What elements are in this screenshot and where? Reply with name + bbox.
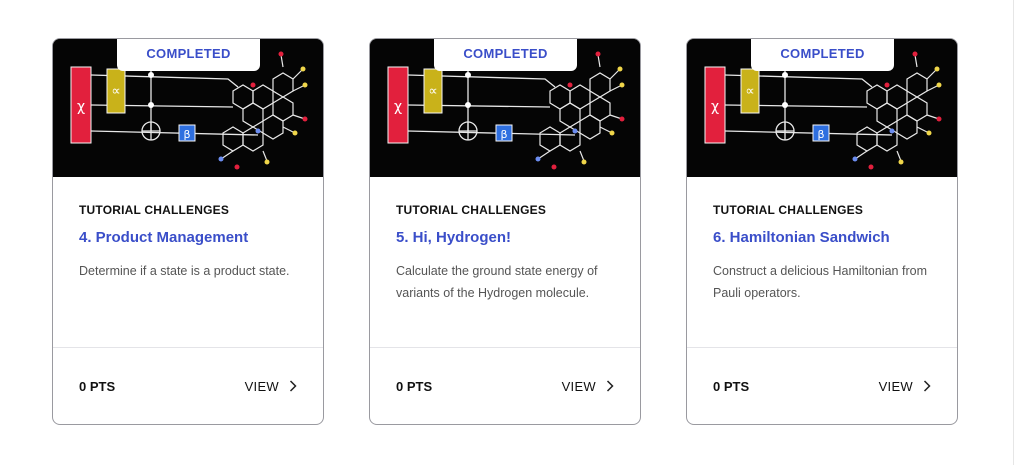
svg-text:β: β [183, 128, 190, 141]
completed-badge: COMPLETED [117, 39, 260, 71]
view-label: VIEW [878, 378, 913, 394]
card-title[interactable]: 4. Product Management [79, 229, 297, 246]
challenge-card-grid: χ ∝ β COMPLETED TUTORIAL CHALLENGES 4. P… [52, 38, 958, 425]
challenge-card[interactable]: χ ∝ β [52, 38, 324, 425]
challenge-card[interactable]: χ ∝ β [369, 38, 641, 425]
circuit-illustration: χ ∝ β COMPLETED [370, 39, 640, 177]
card-title[interactable]: 5. Hi, Hydrogen! [396, 229, 614, 246]
svg-text:χ: χ [711, 99, 719, 115]
svg-text:χ: χ [77, 99, 85, 115]
completed-badge: COMPLETED [434, 39, 577, 71]
svg-text:∝: ∝ [745, 84, 754, 99]
card-description: Construct a delicious Hamiltonian from P… [713, 264, 927, 300]
view-label: VIEW [561, 378, 596, 394]
completed-badge: COMPLETED [751, 39, 894, 71]
card-body: TUTORIAL CHALLENGES 6. Hamiltonian Sandw… [687, 177, 957, 348]
svg-text:β: β [500, 128, 507, 141]
circuit-illustration: χ ∝ β COMPLETED [53, 39, 323, 177]
card-title-link[interactable]: 5. Hi, Hydrogen! [396, 229, 511, 246]
points-label: 0 PTS [79, 378, 116, 394]
svg-text:β: β [817, 128, 824, 141]
svg-text:∝: ∝ [428, 84, 437, 99]
card-category: TUTORIAL CHALLENGES [713, 203, 864, 217]
card-category: TUTORIAL CHALLENGES [396, 203, 547, 217]
svg-text:∝: ∝ [111, 84, 120, 99]
points-label: 0 PTS [396, 378, 433, 394]
card-footer: 0 PTS VIEW [370, 348, 640, 424]
view-link[interactable]: VIEW [562, 379, 614, 394]
chevron-right-icon [289, 380, 297, 392]
card-title-link[interactable]: 4. Product Management [79, 229, 248, 246]
chevron-right-icon [606, 380, 614, 392]
points-label: 0 PTS [713, 378, 750, 394]
circuit-illustration: χ ∝ β COMPLETED [687, 39, 957, 177]
card-category: TUTORIAL CHALLENGES [79, 203, 230, 217]
view-link[interactable]: VIEW [245, 379, 297, 394]
card-footer: 0 PTS VIEW [687, 348, 957, 424]
card-footer: 0 PTS VIEW [53, 348, 323, 424]
card-description: Calculate the ground state energy of var… [396, 264, 598, 300]
card-title-link[interactable]: 6. Hamiltonian Sandwich [713, 229, 890, 246]
card-title[interactable]: 6. Hamiltonian Sandwich [713, 229, 931, 246]
chevron-right-icon [923, 380, 931, 392]
svg-text:χ: χ [394, 99, 402, 115]
view-label: VIEW [244, 378, 279, 394]
card-body: TUTORIAL CHALLENGES 4. Product Managemen… [53, 177, 323, 348]
challenge-card[interactable]: χ ∝ β [686, 38, 958, 425]
view-link[interactable]: VIEW [879, 379, 931, 394]
card-description: Determine if a state is a product state. [79, 264, 290, 278]
card-body: TUTORIAL CHALLENGES 5. Hi, Hydrogen! Cal… [370, 177, 640, 348]
